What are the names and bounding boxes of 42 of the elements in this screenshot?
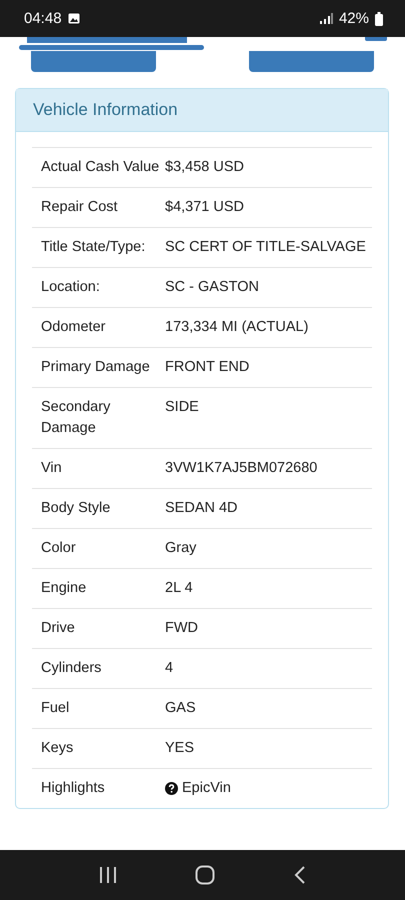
field-value: SEDAN 4D: [165, 499, 239, 518]
field-label: Body Style: [40, 499, 112, 518]
field-label: Odometer: [40, 318, 106, 337]
field-value: YES: [165, 739, 196, 758]
image-icon: [68, 13, 80, 24]
field-value: SC - GASTON: [165, 278, 260, 297]
field-value: $4,371 USD: [165, 198, 245, 217]
back-icon[interactable]: [294, 866, 306, 884]
clock: 04:48: [24, 10, 62, 27]
field-value: SC CERT OF TITLE-SALVAGE: [165, 238, 367, 257]
battery-level: 42%: [338, 10, 369, 27]
field-value: Gray: [165, 539, 198, 558]
field-value: 4: [165, 659, 174, 678]
field-label: Secondary Damage: [40, 398, 112, 438]
field-label: Engine: [40, 579, 88, 598]
field-label: Color: [40, 539, 77, 558]
signal-icon: [318, 13, 333, 24]
field-label: Title State/Type:: [40, 238, 146, 257]
field-value: $3,458 USD: [165, 158, 245, 177]
field-label: Location:: [40, 278, 101, 297]
field-label: Primary Damage: [40, 358, 151, 377]
help-icon[interactable]: [165, 782, 178, 795]
field-value: 2L 4: [165, 579, 194, 598]
field-label: Keys: [40, 739, 74, 758]
field-value: GAS: [165, 699, 197, 718]
field-label: Repair Cost: [40, 198, 119, 217]
epicvin-link[interactable]: EpicVin: [182, 778, 231, 799]
field-label: Vin: [40, 459, 63, 478]
field-value: FRONT END: [165, 358, 250, 377]
battery-icon: [375, 12, 383, 26]
field-value: FWD: [165, 619, 200, 638]
home-icon[interactable]: [195, 865, 216, 885]
field-label: Cylinders: [40, 659, 102, 678]
field-value: SIDE: [165, 398, 200, 417]
field-label: Drive: [40, 619, 76, 638]
field-label: Highlights: [40, 779, 106, 798]
card-title: Vehicle Information: [33, 100, 178, 120]
recent-apps-icon[interactable]: [99, 867, 118, 883]
field-value: 173,334 MI (ACTUAL): [165, 318, 310, 337]
field-label: Fuel: [40, 699, 70, 718]
field-value: 3VW1K7AJ5BM072680: [165, 459, 318, 478]
field-label: Actual Cash Value: [40, 158, 160, 177]
